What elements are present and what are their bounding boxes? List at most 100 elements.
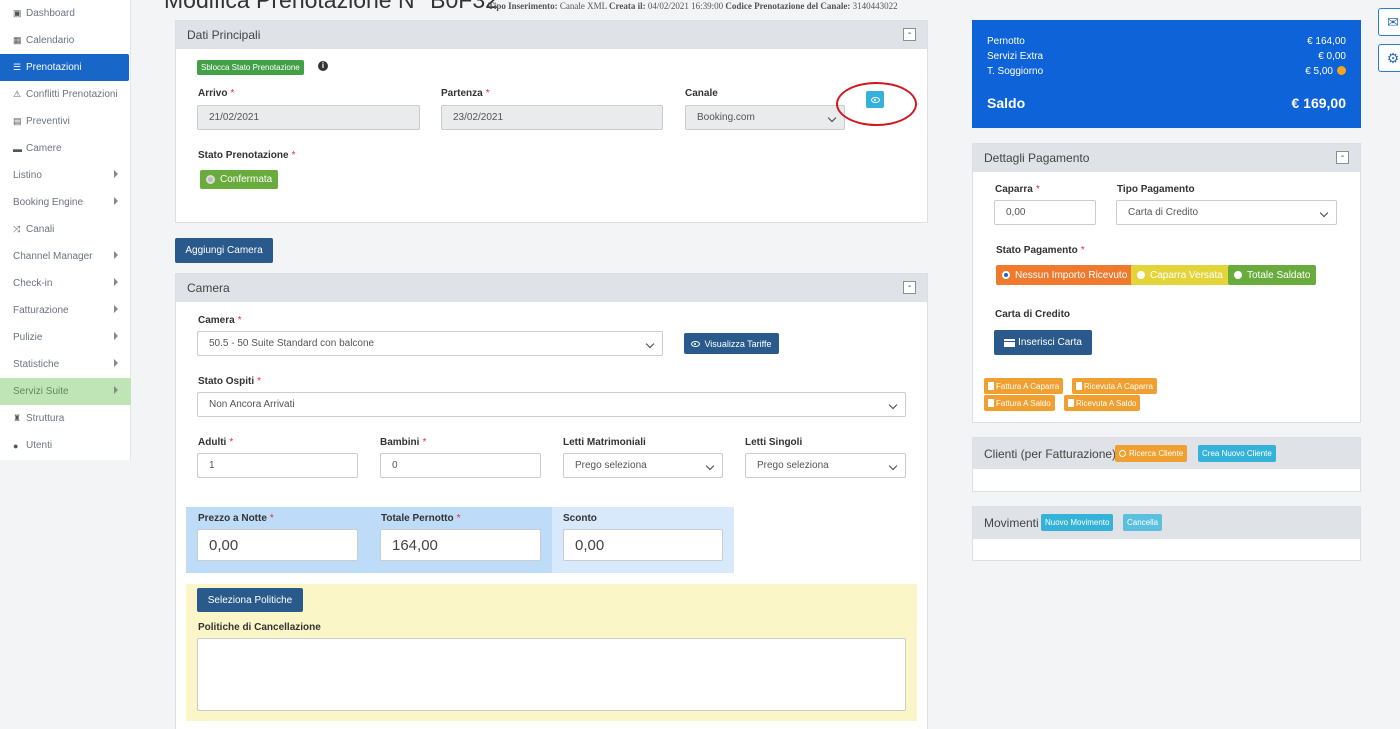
adulti-input[interactable]: 1 [197, 453, 358, 478]
sidebar-item-utenti[interactable]: ● Utenti [0, 432, 131, 459]
gears-icon[interactable]: ⚙ [1378, 44, 1400, 72]
prezzo-notte-input[interactable]: 0,00 [197, 529, 358, 561]
seleziona-politiche-button[interactable]: Seleziona Politiche [197, 588, 303, 612]
collapse-button[interactable]: - [1336, 151, 1349, 164]
list-icon: ☰ [13, 62, 22, 72]
inserisci-carta-button[interactable]: Inserisci Carta [994, 330, 1092, 355]
sidebar-item-statistiche[interactable]: Statistiche [0, 351, 131, 378]
ricevuta-saldo-button[interactable]: Ricevuta A Saldo [1064, 395, 1141, 411]
add-room-button[interactable]: Aggiungi Camera [175, 238, 273, 263]
partenza-input[interactable]: 23/02/2021 [441, 105, 663, 130]
camera-select[interactable]: 50.5 - 50 Suite Standard con balcone [197, 331, 663, 356]
sidebar-item-channel-manager[interactable]: Channel Manager [0, 243, 131, 270]
highlight-annotation [836, 82, 917, 126]
camera-label: Camera * [198, 315, 242, 326]
radio-caparra-versata[interactable]: Caparra Versata [1131, 265, 1229, 285]
summary-box: Pernotto € 164,00 Servizi Extra € 0,00 T. … [972, 20, 1361, 128]
collapse-button[interactable]: - [903, 28, 916, 41]
letti-matrimoniali-select[interactable]: Prego seleziona [563, 453, 723, 478]
sconto-input[interactable]: 0,00 [563, 529, 723, 561]
caret-right-icon [114, 305, 118, 313]
eye-icon [691, 340, 701, 347]
sidebar-item-dashboard[interactable]: ▣ Dashboard [0, 0, 131, 27]
stato-ospiti-label: Stato Ospiti * [198, 376, 262, 387]
crea-cliente-button[interactable]: Crea Nuovo Cliente [1198, 445, 1276, 462]
document-icon: ▤ [13, 116, 22, 126]
credit-card-icon [1004, 338, 1016, 347]
file-icon [1068, 399, 1074, 407]
warning-icon[interactable] [1337, 66, 1346, 75]
sidebar-item-booking-engine[interactable]: Booking Engine [0, 189, 131, 216]
sidebar-item-camere[interactable]: ▬ Camere [0, 135, 131, 162]
envelope-icon[interactable]: ✉ [1378, 8, 1400, 36]
unlock-status-button[interactable]: Sblocca Stato Prenotazione [197, 60, 304, 75]
sidebar: ▣ Dashboard ▦ Calendario ☰ Prenotazioni ⚠ Confl… [0, 0, 131, 460]
panel-header: Camera - [176, 274, 927, 302]
sconto-label: Sconto [563, 513, 597, 524]
sidebar-item-struttura[interactable]: ♜ Struttura [0, 405, 131, 432]
caret-right-icon [114, 251, 118, 259]
sidebar-item-label: Booking Engine [13, 197, 84, 208]
ricevuta-caparra-button[interactable]: Ricevuta A Caparra [1072, 378, 1157, 394]
file-icon [988, 399, 994, 407]
sidebar-item-label: Channel Manager [13, 251, 93, 262]
radio-totale-saldato[interactable]: Totale Saldato [1228, 265, 1317, 285]
visualizza-tariffe-button[interactable]: Visualizza Tariffe [684, 333, 779, 354]
sidebar-item-conflitti-prenotazioni[interactable]: ⚠ Conflitti Prenotazioni [0, 81, 131, 108]
sidebar-item-calendario[interactable]: ▦ Calendario [0, 27, 131, 54]
radio-empty-icon [1137, 271, 1145, 279]
arrivo-input[interactable]: 21/02/2021 [197, 105, 420, 130]
sidebar-item-fatturazione[interactable]: Fatturazione [0, 297, 131, 324]
stato-ospiti-select[interactable]: Non Ancora Arrivati [197, 392, 906, 417]
caparra-label: Caparra * [995, 184, 1040, 195]
sidebar-item-pulizie[interactable]: Pulizie [0, 324, 131, 351]
file-icon [1076, 382, 1082, 390]
caret-right-icon [114, 278, 118, 286]
sidebar-item-preventivi[interactable]: ▤ Preventivi [0, 108, 131, 135]
sidebar-item-label: Struttura [26, 413, 65, 424]
sidebar-item-prenotazioni[interactable]: ☰ Prenotazioni [0, 54, 129, 81]
radio-nessun-importo[interactable]: Nessun Importo Ricevuto [996, 265, 1134, 285]
cancella-button[interactable]: Cancella [1123, 514, 1163, 531]
canale-label: Canale [685, 88, 718, 99]
saldo-row: Saldo € 169,00 [987, 95, 1346, 111]
fattura-caparra-button[interactable]: Fattura A Caparra [984, 378, 1064, 394]
user-icon: ● [13, 440, 19, 451]
movimenti-panel: Movimenti [972, 506, 1361, 561]
sidebar-item-label: Calendario [26, 35, 75, 46]
bambini-label: Bambini * [380, 437, 427, 448]
radio-empty-icon [1234, 271, 1242, 279]
sidebar-item-label: Camere [26, 143, 62, 154]
sidebar-item-label: Dashboard [26, 8, 75, 19]
caparra-input[interactable]: 0,00 [994, 200, 1096, 225]
politiche-textarea[interactable] [197, 638, 906, 711]
building-icon: ♜ [13, 413, 22, 423]
caret-right-icon [114, 197, 118, 205]
soggiorno-row: T. Soggiorno € 5,00 [987, 66, 1346, 77]
tipo-pagamento-select[interactable]: Carta di Credito [1116, 200, 1337, 225]
totale-pernotto-input[interactable]: 164,00 [380, 529, 541, 561]
calendar-icon: ▦ [13, 35, 22, 45]
sidebar-item-check-in[interactable]: Check-in [0, 270, 131, 297]
caret-right-icon [114, 386, 118, 394]
nuovo-movimento-button[interactable]: Nuovo Movimento [1041, 514, 1114, 531]
bambini-input[interactable]: 0 [380, 453, 541, 478]
sidebar-item-servizi-suite[interactable]: Servizi Suite [0, 378, 131, 405]
fattura-saldo-button[interactable]: Fattura A Saldo [984, 395, 1055, 411]
letti-singoli-select[interactable]: Prego seleziona [745, 453, 906, 478]
stato-confermata-badge[interactable]: Confermata [200, 170, 279, 189]
politiche-label: Politiche di Cancellazione [198, 622, 321, 633]
sidebar-item-listino[interactable]: Listino [0, 162, 131, 189]
page-title: Modifica Prenotazione N° B0F32 [164, 0, 498, 13]
sidebar-item-label: Statistiche [13, 359, 60, 370]
ricerca-cliente-button[interactable]: Ricerca Cliente [1115, 445, 1188, 462]
caret-right-icon [114, 170, 118, 178]
sidebar-item-label: Conflitti Prenotazioni [26, 89, 118, 100]
canale-select[interactable]: Booking.com [685, 105, 845, 130]
sidebar-item-label: Check-in [13, 278, 53, 289]
collapse-button[interactable]: - [903, 281, 916, 294]
info-icon[interactable]: i [318, 61, 328, 71]
adulti-label: Adulti * [198, 437, 234, 448]
sidebar-item-canali[interactable]: ⤨ Canali [0, 216, 131, 243]
sidebar-item-label: Utenti [26, 440, 53, 451]
